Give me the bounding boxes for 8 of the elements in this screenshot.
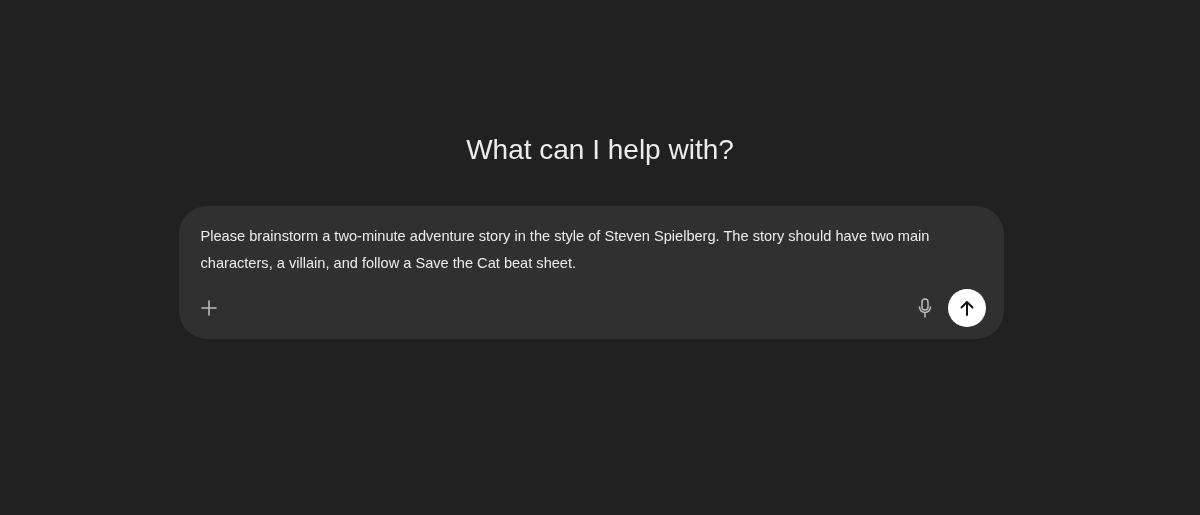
plus-icon	[200, 300, 217, 316]
microphone-icon	[917, 298, 932, 318]
page-heading: What can I help with?	[466, 133, 734, 167]
send-button[interactable]	[947, 289, 986, 327]
add-button[interactable]	[200, 300, 217, 316]
prompt-field[interactable]: Please brainstorm a two-minute adventure story in the style of Steven Spielberg. The story should have two main characters, a villain, and follow a Save the Cat beat sheet.	[200, 223, 986, 277]
arrow-up-icon	[959, 300, 974, 316]
microphone-button[interactable]	[917, 298, 932, 318]
